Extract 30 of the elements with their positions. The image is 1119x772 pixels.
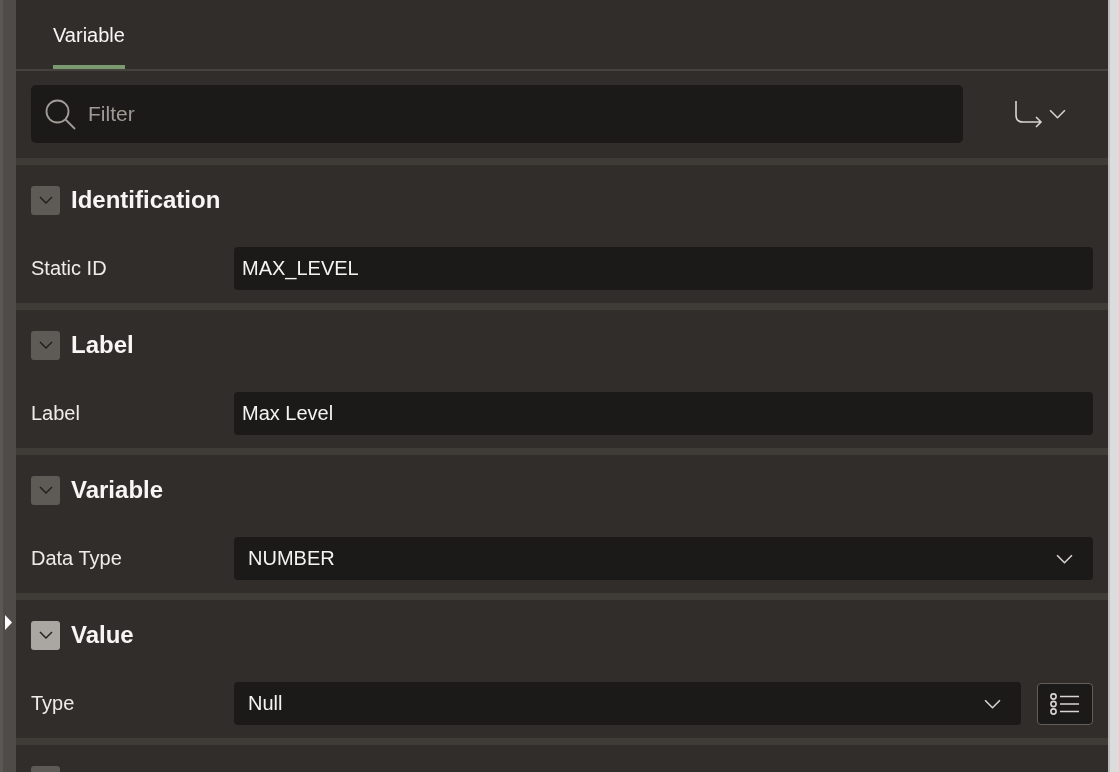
- section-toggle[interactable]: [31, 330, 60, 360]
- caret-icon: [984, 698, 1001, 709]
- search-icon: [45, 98, 76, 130]
- field-label: Type: [31, 692, 76, 715]
- section-title: Label: [71, 331, 134, 359]
- chevron-icon: [38, 486, 53, 494]
- section-title: Value: [71, 621, 134, 649]
- list-button[interactable]: [1037, 682, 1093, 725]
- field-label: Label: [31, 402, 81, 425]
- section-toggle[interactable]: [31, 185, 60, 215]
- field-label: Data Type: [31, 547, 123, 570]
- section-title: Identification: [71, 186, 221, 214]
- chevron-icon: [38, 341, 53, 349]
- field-label: Static ID: [31, 257, 108, 280]
- chevron-icon: [38, 631, 53, 639]
- curved-arrow-icon: [1015, 100, 1043, 128]
- section-toggle[interactable]: [31, 475, 60, 505]
- tab[interactable]: Variable: [53, 0, 125, 69]
- triangle-handle-icon[interactable]: [5, 615, 12, 630]
- text-field[interactable]: Max Level: [234, 392, 1093, 435]
- section-title: Variable: [71, 476, 164, 504]
- chevron-icon: [38, 196, 53, 204]
- list-icon: [1050, 692, 1080, 715]
- caret-icon: [1056, 553, 1073, 564]
- text-field[interactable]: MAX_LEVEL: [234, 247, 1093, 290]
- filter-field[interactable]: Filter: [31, 85, 963, 143]
- section-toggle[interactable]: [31, 620, 60, 650]
- select-field[interactable]: NUMBER: [234, 537, 1093, 580]
- caret-icon: [1049, 109, 1066, 119]
- select-field[interactable]: Null: [234, 682, 1021, 725]
